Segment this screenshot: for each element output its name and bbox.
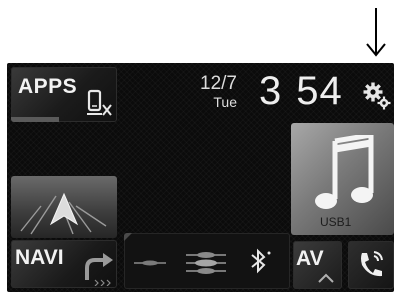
apps-button[interactable]: APPS [11,67,117,122]
navi-button-label: NAVI [15,246,64,269]
chevron-up-icon [318,273,334,283]
down-arrow-icon [366,8,386,57]
corner-marker-icon [124,233,132,241]
shortcut-icon[interactable] [134,260,166,266]
date-day: 12/7 [200,73,237,94]
navi-turn-arrow-icon [85,253,113,286]
apps-button-label: APPS [18,75,78,98]
navigation-arrow-icon [20,192,107,235]
music-source-tile[interactable]: USB1 [291,123,394,235]
navi-button[interactable]: NAVI [11,240,117,288]
navi-map-preview[interactable] [11,176,117,238]
date-display: 12/7 Tue [187,74,237,109]
music-note-icon [315,135,374,209]
head-unit-screen: APPS 12/7 Tue 3 54 NAVI USB1 AV [7,63,394,292]
gear-icon[interactable] [362,81,392,111]
phone-button[interactable] [348,241,394,289]
bluetooth-icon[interactable] [251,248,271,274]
clock-hours: 3 [259,69,283,113]
shortcut-icon[interactable] [186,252,226,274]
av-button[interactable]: AV [293,241,342,289]
shortcut-bar [124,233,290,289]
date-weekday: Tue [213,94,237,110]
phone-icon [361,251,383,277]
music-source-label: USB1 [320,215,352,229]
av-button-label: AV [296,247,324,270]
clock-minutes: 54 [296,69,343,113]
clock-display: 3 54 [259,69,343,113]
phone-disconnected-icon [87,89,112,116]
apps-strip [11,117,59,122]
